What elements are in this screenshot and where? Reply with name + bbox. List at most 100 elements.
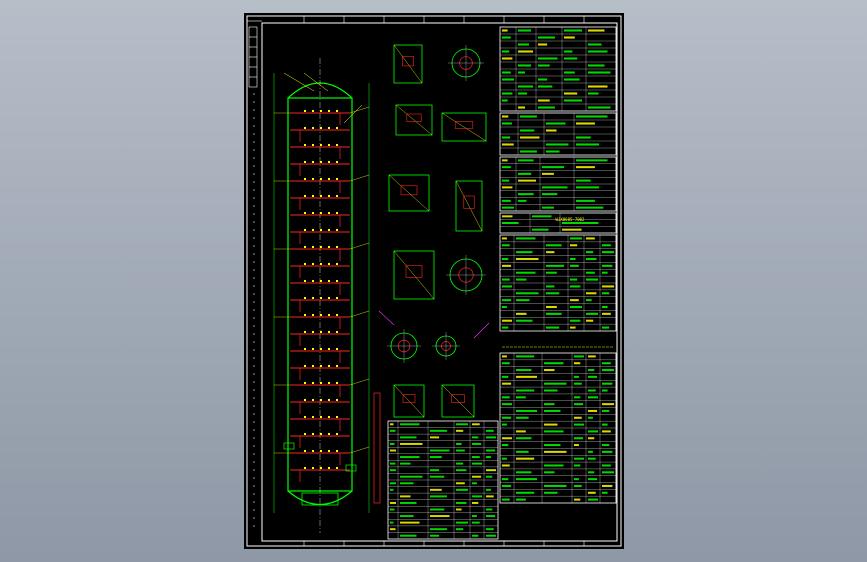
detail-g-core [405,265,423,278]
design-data-table-cell-entry [502,36,511,39]
parts-list-bottom-cell-entry [430,515,450,518]
design-data-table-cell-entry [588,71,611,74]
parts-list-bottom-cell-entry [390,528,396,531]
tray-valve [328,263,330,265]
frame-ticks-top [303,16,585,23]
technical-requirements-table-cell-entry [518,159,534,162]
tray-valve [328,297,330,299]
top-leader-2 [303,72,329,92]
parts-list-bottom-cell-entry [472,515,477,518]
left-binding-strip [247,20,262,533]
tray-valve [320,127,322,129]
tray-valve [304,280,306,282]
cad-viewport[interactable]: WJX0685-7002 [0,0,867,562]
parts-list-upper-cell-entry [502,299,512,302]
nozzle-schedule-table-cell-entry [576,122,595,125]
parts-list-lower-cell-entry [516,457,535,460]
parts-list-bottom-cell-entry [390,508,395,511]
tray-valve [336,348,338,350]
technical-requirements-table-cell-entry [502,199,511,202]
tray-valve [304,195,306,197]
parts-list-lower-cell-entry [502,403,512,406]
tray-valve [320,467,322,469]
parts-list-lower-cell-entry [602,403,614,406]
parts-list-upper-cell-entry [586,237,595,240]
tray-valve [320,365,322,367]
parts-list-upper-cell-entry [516,278,527,281]
tray-valve [320,178,322,180]
parts-list-upper-cell-entry [516,271,536,274]
parts-list-lower-cell-entry [516,355,535,358]
parts-list-bottom-cell-entry [430,488,442,491]
tray-valve [320,246,322,248]
parts-list-upper-cell-entry [570,244,578,247]
technical-requirements-table-cell-entry [576,206,604,209]
parts-list-bottom-cell-entry [472,521,480,524]
parts-list-lower-cell-entry [502,375,509,378]
parts-list-upper-cell-entry [602,271,608,274]
parts-list-bottom-cell-entry [400,475,423,478]
detail-l-core [451,394,465,403]
parts-list-upper-cell-entry [516,299,530,302]
detail-k-diag [393,384,425,418]
tray-valve [304,416,306,418]
parts-list-bottom-cell-entry [486,469,496,472]
parts-list-lower-cell-entry [602,423,608,426]
tray-valve [312,144,314,146]
parts-list-bottom-cell-entry [430,449,450,452]
tray-valve [312,110,314,112]
technical-requirements-table-cell-entry [502,159,508,162]
tray-valve [336,144,338,146]
parts-list-lower-cell-entry [602,369,614,372]
tray-valve [312,433,314,435]
technical-requirements-table-cell-entry [542,193,558,196]
title-sub-block-cell-entry [562,228,582,231]
parts-list-lower-cell-entry [602,444,610,447]
parts-list-bottom-cell-entry [472,436,479,439]
parts-list-lower-cell-entry [588,491,596,494]
tray-valve [328,246,330,248]
nozzle-schedule-table-cell-entry [520,136,540,139]
parts-list-bottom-cell-entry [486,429,494,432]
parts-list-upper-cell-entry [570,257,576,261]
parts-list-upper-cell-entry [516,292,539,295]
tray-valve [328,450,330,452]
parts-list-bottom-cell-entry [400,456,420,459]
parts-list-lower-cell-entry [516,396,526,399]
tray-valve [336,195,338,197]
parts-list-bottom-cell-entry [456,469,467,472]
tray-valve [304,212,306,214]
tray-valve [312,348,314,350]
tray-valve [312,246,314,248]
tray-valve [328,127,330,129]
parts-list-upper-cell-entry [516,312,527,315]
parts-list-lower-cell-entry [588,369,595,372]
parts-list-lower-cell-entry [574,382,582,385]
detail-j-leader [473,322,490,339]
tray-valve [312,416,314,418]
nozzle-leader-right [349,446,370,454]
bottom-nozzle-1 [283,442,295,450]
tray-valve [312,280,314,282]
design-data-table-cell-entry [588,85,608,88]
parts-list-bottom-cell-entry [430,436,440,439]
parts-list-lower-cell-entry [544,471,555,474]
tray-valve [328,280,330,282]
tray-valve [304,297,306,299]
parts-list-lower-cell-entry [602,450,613,453]
parts-list-lower-cell-entry [544,444,561,447]
parts-list-lower-cell-entry [588,437,595,440]
design-data-table-cell-entry [518,29,531,32]
parts-list-lower-cell-entry [574,375,579,378]
frame-ticks-bottom [303,541,585,546]
parts-list-lower-cell-entry [574,498,581,501]
tray-valve [328,348,330,350]
parts-list-lower-cell-entry [502,355,507,358]
parts-list-bottom-cell-entry [486,495,494,498]
parts-list-upper-cell-entry [570,237,582,240]
parts-list-upper-cell-entry [602,326,610,329]
technical-requirements-table-cell-entry [542,172,554,175]
tray-valve [304,127,306,129]
technical-requirements-table-cell-entry [518,199,527,202]
tray-valve [320,382,322,384]
